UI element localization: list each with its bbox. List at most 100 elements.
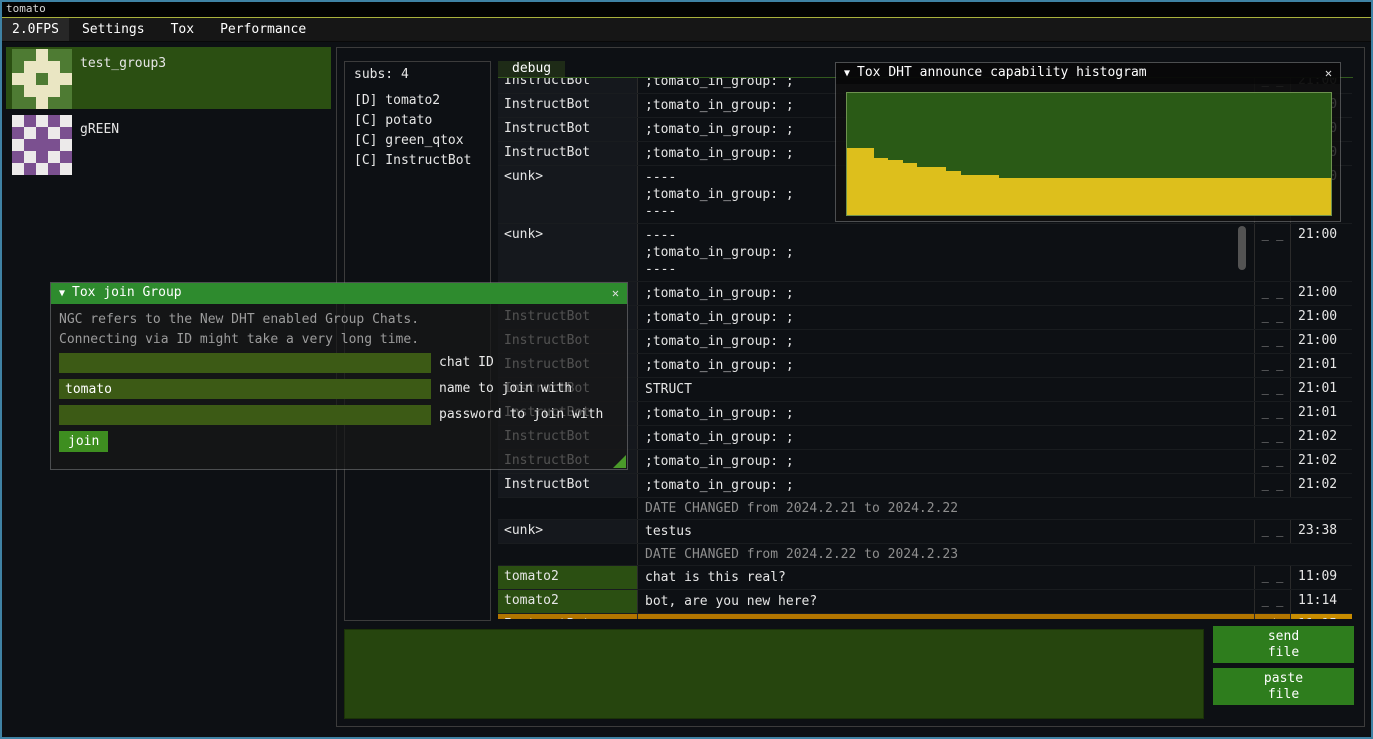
subs-count: subs: 4 [354,67,490,82]
message-status: _ _ [1255,354,1291,377]
sender-name: tomato2 [498,566,638,589]
message-time: 23:38 [1291,520,1352,543]
message-text: ;tomato_in_group: ; [638,426,1255,449]
join-name-input[interactable] [59,379,431,399]
group-name: gREEN [80,122,119,137]
message-time: 21:00 [1291,330,1352,353]
message-status: _ _ [1255,402,1291,425]
group-name: test_group3 [80,56,166,71]
join-group-window[interactable]: ▼ Tox join Group ✕ NGC refers to the New … [50,282,628,470]
message-time: 11:14 [1291,590,1352,613]
message-text: STRUCT [638,378,1255,401]
window-title: tomato [0,0,1373,18]
message-time: 11:09 [1291,566,1352,589]
join-name-label: name to join with [439,379,572,399]
chat-message-row[interactable]: InstructBotNo, I've been in this group f… [498,614,1352,619]
sender-name: InstructBot [498,474,638,497]
message-time: 21:00 [1291,306,1352,329]
message-time: 21:01 [1291,402,1352,425]
chat-message-row[interactable]: tomato2bot, are you new here?_ _11:14 [498,590,1352,614]
sender-name: tomato2 [498,590,638,613]
menu-performance[interactable]: Performance [207,18,319,41]
message-text: No, I've been in this group for quite so… [638,614,1255,619]
subs-member-list: [D] tomato2[C] potato[C] green_qtox[C] I… [354,91,490,171]
message-status: _ _ [1255,520,1291,543]
chat-scrollbar[interactable] [1238,226,1246,270]
message-status: _ _ [1255,282,1291,305]
message-text: ;tomato_in_group: ; [638,330,1255,353]
join-password-input[interactable] [59,405,431,425]
chat-id-label: chat ID [439,353,494,373]
sender-name: InstructBot [498,78,638,93]
chat-message-row[interactable]: InstructBot;tomato_in_group: ;_ _21:02 [498,474,1352,498]
join-group-title: Tox join Group [72,285,182,300]
message-input[interactable] [344,629,1204,719]
message-text: ;tomato_in_group: ; [638,402,1255,425]
group-avatar [12,115,72,175]
date-changed-text: DATE CHANGED from 2024.2.21 to 2024.2.22 [638,498,1352,519]
tab-debug[interactable]: debug [498,61,565,78]
menu-settings[interactable]: Settings [69,18,158,41]
message-time: 21:01 [1291,354,1352,377]
group-avatar [12,49,72,109]
date-changed-row: DATE CHANGED from 2024.2.22 to 2024.2.23 [498,544,1352,566]
chat-message-row[interactable]: <unk>----;tomato_in_group: ;----_ _21:00 [498,224,1352,282]
sender-name: InstructBot [498,94,638,117]
menu-bar: 2.0FPS Settings Tox Performance [2,18,1371,42]
message-time: 11:15 [1291,614,1352,619]
resize-grip-icon[interactable] [613,455,626,468]
sender-name: InstructBot [498,614,638,619]
join-info-line2: Connecting via ID might take a very long… [59,332,419,347]
histogram-plot [846,92,1332,216]
subs-member[interactable]: [C] potato [354,111,490,131]
join-group-body: NGC refers to the New DHT enabled Group … [51,304,627,469]
send-file-button[interactable]: send file [1213,626,1354,663]
chat-message-row[interactable]: tomato2chat is this real?_ _11:09 [498,566,1352,590]
dht-histogram-body [836,84,1340,221]
sender-name: InstructBot [498,118,638,141]
dht-histogram-titlebar[interactable]: ▼ Tox DHT announce capability histogram ✕ [836,63,1340,84]
chat-message-row[interactable]: <unk>testus_ _23:38 [498,520,1352,544]
chat-id-input[interactable] [59,353,431,373]
message-status: _ _ [1255,450,1291,473]
message-time: 21:02 [1291,474,1352,497]
message-status: _ _ [1255,590,1291,613]
date-changed-row: DATE CHANGED from 2024.2.21 to 2024.2.22 [498,498,1352,520]
message-status: _ _ [1255,330,1291,353]
subs-member[interactable]: [D] tomato2 [354,91,490,111]
sender-name: <unk> [498,224,638,281]
close-icon[interactable]: ✕ [607,285,624,302]
message-time: 21:00 [1291,282,1352,305]
message-status: _ _ [1255,474,1291,497]
collapse-icon[interactable]: ▼ [59,288,65,299]
message-text: ;tomato_in_group: ; [638,306,1255,329]
collapse-icon[interactable]: ▼ [844,68,850,79]
message-time: 21:02 [1291,450,1352,473]
group-item-green[interactable]: gREEN [6,113,331,175]
dht-histogram-window[interactable]: ▼ Tox DHT announce capability histogram ✕ [835,62,1341,222]
join-password-label: password to join with [439,405,603,425]
sender-name: InstructBot [498,142,638,165]
message-text: testus [638,520,1255,543]
message-text: bot, are you new here? [638,590,1255,613]
group-item-test_group3[interactable]: test_group3 [6,47,331,109]
join-group-titlebar[interactable]: ▼ Tox join Group ✕ [51,283,627,304]
sender-name: <unk> [498,520,638,543]
message-text: ;tomato_in_group: ; [638,282,1255,305]
message-time: 21:00 [1291,224,1352,281]
subs-member[interactable]: [C] InstructBot [354,151,490,171]
join-button[interactable]: join [59,431,108,452]
message-status: _ _ [1255,426,1291,449]
menu-tox[interactable]: Tox [158,18,207,41]
message-text: chat is this real? [638,566,1255,589]
message-text: ;tomato_in_group: ; [638,474,1255,497]
message-text: ;tomato_in_group: ; [638,450,1255,473]
paste-file-button[interactable]: paste file [1213,668,1354,705]
message-time: 21:01 [1291,378,1352,401]
message-status: _ _ [1255,378,1291,401]
message-status: d [1255,614,1291,619]
subs-member[interactable]: [C] green_qtox [354,131,490,151]
close-icon[interactable]: ✕ [1320,65,1337,82]
message-status: _ _ [1255,306,1291,329]
dht-histogram-title: Tox DHT announce capability histogram [857,65,1147,80]
